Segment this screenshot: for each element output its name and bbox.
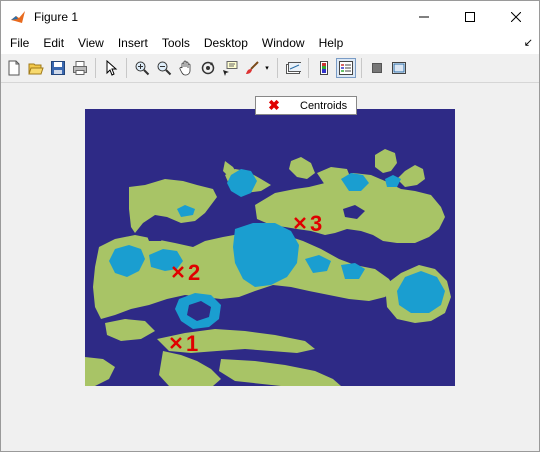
colorbar-icon bbox=[320, 61, 328, 75]
menu-insert[interactable]: Insert bbox=[111, 32, 155, 54]
zoom-out-button[interactable] bbox=[154, 58, 174, 78]
figure-canvas[interactable]: 1 2 3 ✖ Centroids bbox=[1, 83, 539, 451]
link-plot-icon bbox=[286, 62, 301, 74]
open-file-button[interactable] bbox=[26, 58, 46, 78]
edit-plot-icon bbox=[106, 60, 118, 76]
link-plot-button[interactable] bbox=[283, 58, 303, 78]
hide-plot-tools-button[interactable] bbox=[367, 58, 387, 78]
maximize-button[interactable] bbox=[447, 1, 493, 32]
minimize-icon bbox=[419, 16, 429, 17]
save-button[interactable] bbox=[48, 58, 68, 78]
figure-toolbar: ▾ bbox=[1, 54, 539, 83]
data-cursor-button[interactable] bbox=[220, 58, 240, 78]
menu-window[interactable]: Window bbox=[255, 32, 312, 54]
open-file-icon bbox=[28, 63, 44, 75]
centroid-x-icon: ✖ bbox=[268, 97, 280, 113]
legend-label: Centroids bbox=[300, 99, 348, 112]
hide-plot-tools-icon bbox=[372, 63, 382, 73]
toolbar-separator bbox=[361, 58, 362, 78]
brush-button[interactable] bbox=[242, 58, 262, 78]
legend-button[interactable] bbox=[336, 58, 356, 78]
toolbar-separator bbox=[308, 58, 309, 78]
edit-plot-button[interactable] bbox=[101, 58, 121, 78]
pan-button[interactable] bbox=[176, 58, 196, 78]
minimize-button[interactable] bbox=[401, 1, 447, 32]
toolbar-separator bbox=[277, 58, 278, 78]
menu-file[interactable]: File bbox=[1, 32, 36, 54]
menu-desktop[interactable]: Desktop bbox=[197, 32, 255, 54]
menu-dock-arrow-icon[interactable]: ↙ bbox=[524, 36, 533, 49]
new-figure-button[interactable] bbox=[4, 58, 24, 78]
save-icon bbox=[51, 61, 65, 75]
maximize-icon bbox=[465, 11, 475, 22]
close-button[interactable] bbox=[493, 1, 539, 32]
figure-window: Figure 1 File Edit View Insert Tools Des… bbox=[0, 0, 540, 452]
close-icon bbox=[511, 11, 521, 22]
zoom-in-icon bbox=[135, 61, 150, 76]
matlab-icon bbox=[11, 10, 25, 23]
menu-tools[interactable]: Tools bbox=[155, 32, 197, 54]
brush-icon bbox=[246, 61, 259, 74]
menu-bar: File Edit View Insert Tools Desktop Wind… bbox=[1, 32, 539, 54]
menu-help[interactable]: Help bbox=[312, 32, 351, 54]
toolbar-separator bbox=[126, 58, 127, 78]
show-plot-tools-button[interactable] bbox=[389, 58, 409, 78]
legend-icon bbox=[339, 61, 353, 75]
title-bar[interactable]: Figure 1 bbox=[1, 1, 539, 32]
print-button[interactable] bbox=[70, 58, 90, 78]
legend-box[interactable]: ✖ Centroids bbox=[255, 96, 357, 115]
toolbar-separator bbox=[95, 58, 96, 78]
colorbar-button[interactable] bbox=[314, 58, 334, 78]
window-title: Figure 1 bbox=[34, 9, 79, 24]
segmented-image-plot[interactable]: 1 2 3 bbox=[85, 109, 455, 386]
brush-dropdown-icon[interactable]: ▾ bbox=[263, 64, 271, 72]
centroid-label: 2 bbox=[188, 260, 200, 285]
data-cursor-icon bbox=[223, 61, 238, 76]
menu-edit[interactable]: Edit bbox=[36, 32, 71, 54]
print-icon bbox=[73, 61, 87, 75]
new-figure-icon bbox=[8, 60, 20, 76]
rotate-3d-icon bbox=[201, 61, 215, 75]
centroid-label: 1 bbox=[186, 331, 198, 356]
centroid-label: 3 bbox=[310, 211, 322, 236]
rotate-3d-button[interactable] bbox=[198, 58, 218, 78]
zoom-in-button[interactable] bbox=[132, 58, 152, 78]
menu-view[interactable]: View bbox=[71, 32, 111, 54]
show-plot-tools-icon bbox=[392, 62, 406, 74]
zoom-out-icon bbox=[157, 61, 172, 76]
pan-icon bbox=[179, 60, 191, 76]
